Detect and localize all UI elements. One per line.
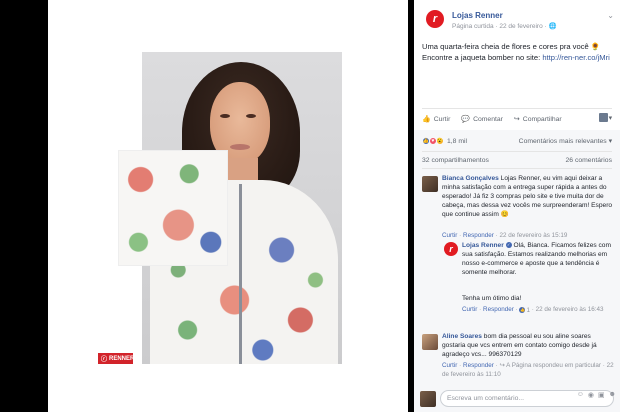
reactions-count[interactable]: 1,8 mil [447,138,467,145]
avatar[interactable] [422,334,438,350]
model-eye [220,114,230,118]
sticker-icon[interactable]: ☻ [609,391,616,399]
model-lips [230,144,250,150]
renner-brand-tag: ⓡ RENNER [98,353,135,364]
chevron-down-icon[interactable]: ⌄ [607,11,614,20]
reactions-row[interactable]: 👍 ♥ 😮 1,8 mil Comentários mais relevante… [422,135,612,147]
share-as-selector[interactable]: ▾ [598,113,612,122]
post-stats: 32 compartilhamentos 26 comentários [422,157,612,164]
page-replied-note[interactable]: A Página respondeu em particular [506,362,601,369]
camera-icon[interactable]: ◉ [588,391,594,399]
post-actions: 👍 Curtir 💬 Comentar ↪ Compartilhar ▾ [422,112,612,126]
private-reply-icon: ↪ [499,362,505,369]
comment-icon: 💬 [461,116,471,123]
comment-author[interactable]: Aline Soares [442,333,482,340]
reply-date[interactable]: 22 de fevereiro às 16:43 [536,306,604,313]
comment-body: Aline Soares bom dia pessoal eu sou alin… [442,332,614,359]
post-meta-type: Página curtida [452,23,494,30]
globe-icon: 🌐 [548,23,557,30]
divider [422,108,612,109]
caret-down-icon: ▾ [608,114,612,122]
comment-body: Bianca Gonçalves Lojas Renner, eu vim aq… [442,174,614,219]
verified-badge-icon: ✓ [505,242,512,248]
post-date[interactable]: 22 de fevereiro [499,23,542,30]
emoji-icon[interactable]: ☺ [577,391,584,399]
comment-date[interactable]: 22 de fevereiro às 15:19 [499,232,567,239]
comment-composer: Escreva um comentário... ☺ ◉ ▣ ☻ [414,388,620,412]
reply-author[interactable]: Lojas Renner [462,242,504,249]
comment-like-link[interactable]: Curtir [442,232,457,239]
reply-like-link[interactable]: Curtir [462,306,477,313]
comment-meta: Curtir · Responder · ↪ A Página responde… [442,362,614,378]
post-side-panel: r Lojas Renner Página curtida · 22 de fe… [414,0,620,412]
page-avatar-icon[interactable]: r [444,242,458,256]
comment-sort-dropdown[interactable]: Comentários mais relevantes ▾ [519,137,612,145]
comment-label: Comentar [473,115,503,123]
comment-like-link[interactable]: Curtir [442,362,457,369]
reply-reply-link[interactable]: Responder [483,306,514,313]
brand-tag-text: RENNER [109,355,135,362]
post-text: Uma quarta-feira cheia de flores e cores… [422,42,616,63]
comment-author[interactable]: Bianca Gonçalves [442,175,499,182]
reply-likes[interactable]: 👍 1 [519,306,530,315]
comment-sort-label: Comentários mais relevantes [518,138,607,145]
page-name[interactable]: Lojas Renner [452,11,503,20]
composer-icons: ☺ ◉ ▣ ☻ [577,391,616,399]
share-button[interactable]: ↪ Compartilhar [513,115,562,124]
post-photo[interactable]: ⓡ RENNER [48,0,408,412]
comment-button[interactable]: 💬 Comentar [461,115,503,124]
comment-meta: Curtir · Responder · 22 de fevereiro às … [442,232,568,239]
share-icon: ↪ [513,116,520,123]
post-link[interactable]: http://ren-ner.co/jMri [542,53,610,62]
divider [422,168,612,169]
comments-count[interactable]: 26 comentários [566,157,612,164]
post-meta: Página curtida · 22 de fevereiro · 🌐 [452,23,557,30]
like-button[interactable]: 👍 Curtir [422,115,451,124]
thumbs-up-icon: 👍 [422,116,431,123]
avatar[interactable] [422,176,438,192]
avatar [420,391,436,407]
reply-text-second: Tenha um ótimo dia! [462,295,522,302]
shares-count[interactable]: 32 compartilhamentos [422,157,489,164]
comment-input-placeholder: Escreva um comentário... [447,395,525,402]
fabric-detail-photo [118,150,228,266]
page-avatar-small-icon [598,113,608,122]
like-count-icon: 👍 [519,307,526,313]
reply-body: Lojas Renner ✓ Olá, Bianca. Ficamos feli… [462,241,612,277]
like-label: Curtir [433,115,451,123]
page-avatar-icon[interactable]: r [426,10,444,28]
comment-reply-link[interactable]: Responder [463,362,494,369]
model-eye [246,114,256,118]
gif-icon[interactable]: ▣ [598,391,605,399]
renner-logo-icon: ⓡ [101,357,108,363]
reply-likes-count: 1 [526,306,530,314]
jacket-zipper [239,184,242,364]
wow-reaction-icon: 😮 [436,137,444,145]
comment-reply-link[interactable]: Responder [463,232,494,239]
share-label: Compartilhar [522,115,562,123]
reply-meta: Curtir · Responder · 👍 1 · 22 de fevereir… [462,306,604,315]
divider [422,151,612,152]
